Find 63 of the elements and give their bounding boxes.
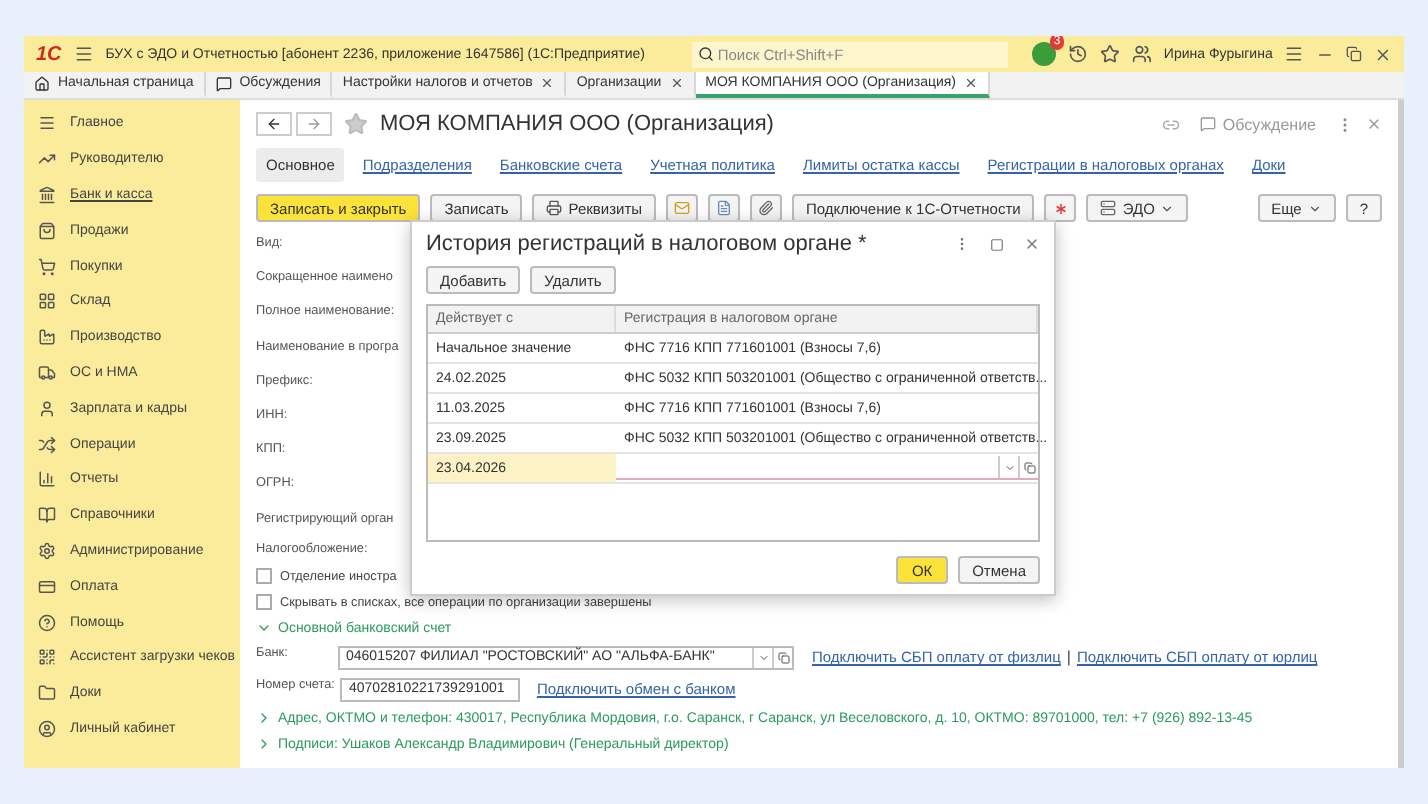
star-icon bbox=[1100, 44, 1121, 64]
asterisk-icon bbox=[1051, 199, 1070, 217]
cart-icon bbox=[38, 257, 56, 276]
menu-icon bbox=[73, 44, 94, 64]
caret-icon bbox=[1307, 201, 1322, 215]
history-icon bbox=[1068, 44, 1089, 64]
close-icon bbox=[964, 76, 978, 90]
link-icon bbox=[1162, 115, 1181, 133]
asterisk-button[interactable] bbox=[1044, 194, 1077, 222]
checkbox[interactable] bbox=[256, 568, 272, 585]
truck-icon bbox=[38, 363, 56, 382]
card-icon bbox=[38, 577, 56, 596]
form-title: МОЯ КОМПАНИЯ ООО (Организация) bbox=[380, 112, 774, 136]
back-button[interactable] bbox=[256, 112, 292, 136]
forward-icon bbox=[306, 116, 322, 132]
bar-chart-icon bbox=[38, 470, 56, 489]
registration-field[interactable] bbox=[616, 456, 1038, 480]
document-icon bbox=[716, 200, 733, 216]
checkbox[interactable] bbox=[256, 594, 272, 611]
users-icon bbox=[1132, 44, 1152, 64]
close-icon bbox=[540, 76, 555, 90]
shuffle-icon bbox=[38, 435, 56, 454]
user-circle-icon bbox=[38, 719, 56, 738]
book-icon bbox=[38, 506, 56, 525]
factory-icon bbox=[38, 328, 56, 347]
bag-icon bbox=[38, 221, 56, 240]
paperclip-icon bbox=[758, 200, 775, 216]
envelope-icon bbox=[674, 200, 691, 216]
dialog-title: История регистраций в налоговом органе * bbox=[426, 232, 867, 256]
restore-icon bbox=[1346, 46, 1363, 62]
server-icon bbox=[1100, 200, 1117, 216]
open-icon bbox=[777, 651, 789, 664]
open-icon bbox=[1023, 461, 1035, 473]
chat-icon bbox=[215, 75, 232, 91]
trend-icon bbox=[38, 150, 56, 169]
maximize-icon bbox=[990, 237, 1004, 251]
question-icon bbox=[38, 613, 56, 632]
menu-icon bbox=[1284, 44, 1305, 64]
caret-icon bbox=[1160, 201, 1175, 215]
qr-icon bbox=[38, 648, 56, 667]
chat-icon bbox=[1200, 116, 1217, 132]
close-icon bbox=[1374, 45, 1392, 63]
attach-button[interactable] bbox=[750, 194, 783, 222]
printer-icon bbox=[546, 200, 563, 216]
folder-icon bbox=[38, 684, 56, 703]
person-icon bbox=[38, 399, 56, 418]
star-icon bbox=[344, 112, 368, 136]
search-icon bbox=[697, 46, 714, 62]
document-button[interactable] bbox=[708, 194, 741, 222]
gear-icon bbox=[38, 541, 56, 560]
close-icon bbox=[1366, 116, 1382, 132]
menu-icon bbox=[38, 114, 56, 133]
close-icon bbox=[1024, 236, 1040, 252]
grid-icon bbox=[38, 292, 56, 311]
close-icon bbox=[669, 76, 684, 90]
logo: 1С bbox=[36, 43, 62, 65]
back-icon bbox=[266, 116, 282, 132]
mail-button[interactable] bbox=[666, 194, 699, 222]
bank-icon bbox=[38, 185, 56, 204]
dropdown-icon bbox=[757, 651, 769, 664]
home-icon bbox=[34, 75, 50, 91]
separator-text: | bbox=[1066, 648, 1071, 667]
dropdown-icon bbox=[1003, 461, 1015, 473]
